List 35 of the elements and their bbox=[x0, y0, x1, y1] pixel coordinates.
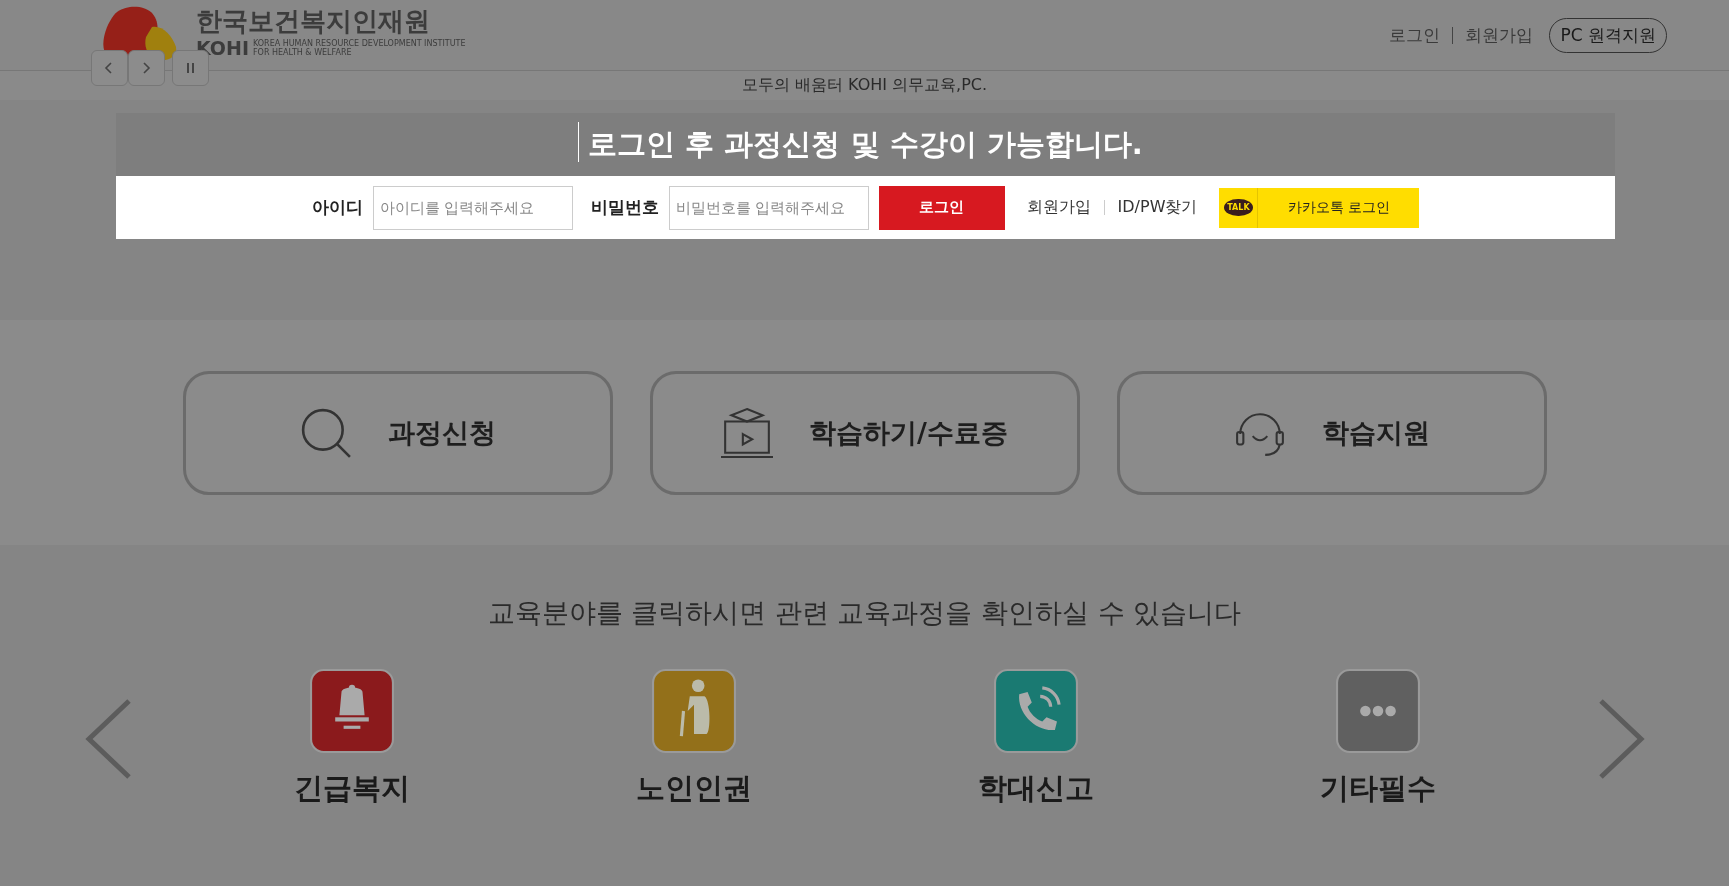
modal-title: 로그인 후 과정신청 및 수강이 가능합니다. bbox=[588, 125, 1143, 163]
header-link[interactable]: 회원가입 bbox=[1465, 23, 1534, 47]
category-link[interactable]: 기타필수 bbox=[1319, 769, 1436, 809]
logo-name: 한국보건복지인재원 bbox=[196, 5, 431, 37]
video-lecture-icon bbox=[721, 406, 774, 459]
input-field[interactable]: 아이디를 입력해주세요 bbox=[372, 185, 573, 230]
chevron-right-icon[interactable] bbox=[1598, 699, 1645, 779]
slide-next-button[interactable] bbox=[128, 50, 165, 86]
kakao-login-button[interactable]: TALK 카카오톡 로그인 bbox=[1219, 187, 1420, 228]
logo-subtitle: KOREA HUMAN RESOURCE DEVELOPMENT INSTITUTE bbox=[253, 39, 466, 48]
search-icon bbox=[299, 406, 352, 459]
elderly-person-icon[interactable] bbox=[651, 669, 736, 753]
chevron-left-icon[interactable] bbox=[84, 699, 131, 779]
modal-link[interactable]: 회원가입 bbox=[1026, 197, 1091, 218]
category-link[interactable]: 학대신고 bbox=[977, 769, 1094, 809]
siren-icon[interactable] bbox=[309, 669, 394, 753]
field-label: 비밀번호 bbox=[590, 196, 659, 219]
quick-menu-button[interactable]: 학습하기/수료증 bbox=[649, 370, 1080, 495]
logo-subtitle: FOR HEALTH & WELFARE bbox=[253, 48, 353, 57]
text-cursor bbox=[578, 122, 579, 162]
more-icon[interactable] bbox=[1335, 669, 1420, 753]
category-link[interactable]: 노인인권 bbox=[635, 769, 752, 809]
slide-prev-button[interactable] bbox=[91, 50, 128, 86]
section-intro: 교육분야를 클릭하시면 관련 교육과정을 확인하실 수 있습니다 bbox=[487, 596, 1242, 630]
quick-menu-button[interactable]: 과정신청 bbox=[182, 370, 613, 495]
phone-icon[interactable] bbox=[993, 669, 1078, 753]
talk-badge: TALK bbox=[1224, 199, 1253, 216]
category-link[interactable]: 긴급복지 bbox=[293, 769, 410, 809]
quick-menu-button[interactable]: 학습지원 bbox=[1116, 370, 1547, 495]
header-link[interactable]: 로그인 bbox=[1389, 23, 1441, 47]
input-field[interactable]: 비밀번호를 입력해주세요 bbox=[668, 185, 869, 230]
field-label: 아이디 bbox=[311, 196, 363, 219]
modal-link[interactable]: ID/PW찾기 bbox=[1117, 197, 1198, 218]
login-button[interactable]: 로그인 bbox=[878, 185, 1005, 230]
notice-text: 모두의 배움터 KOHI 의무교육,PC. bbox=[741, 75, 988, 96]
